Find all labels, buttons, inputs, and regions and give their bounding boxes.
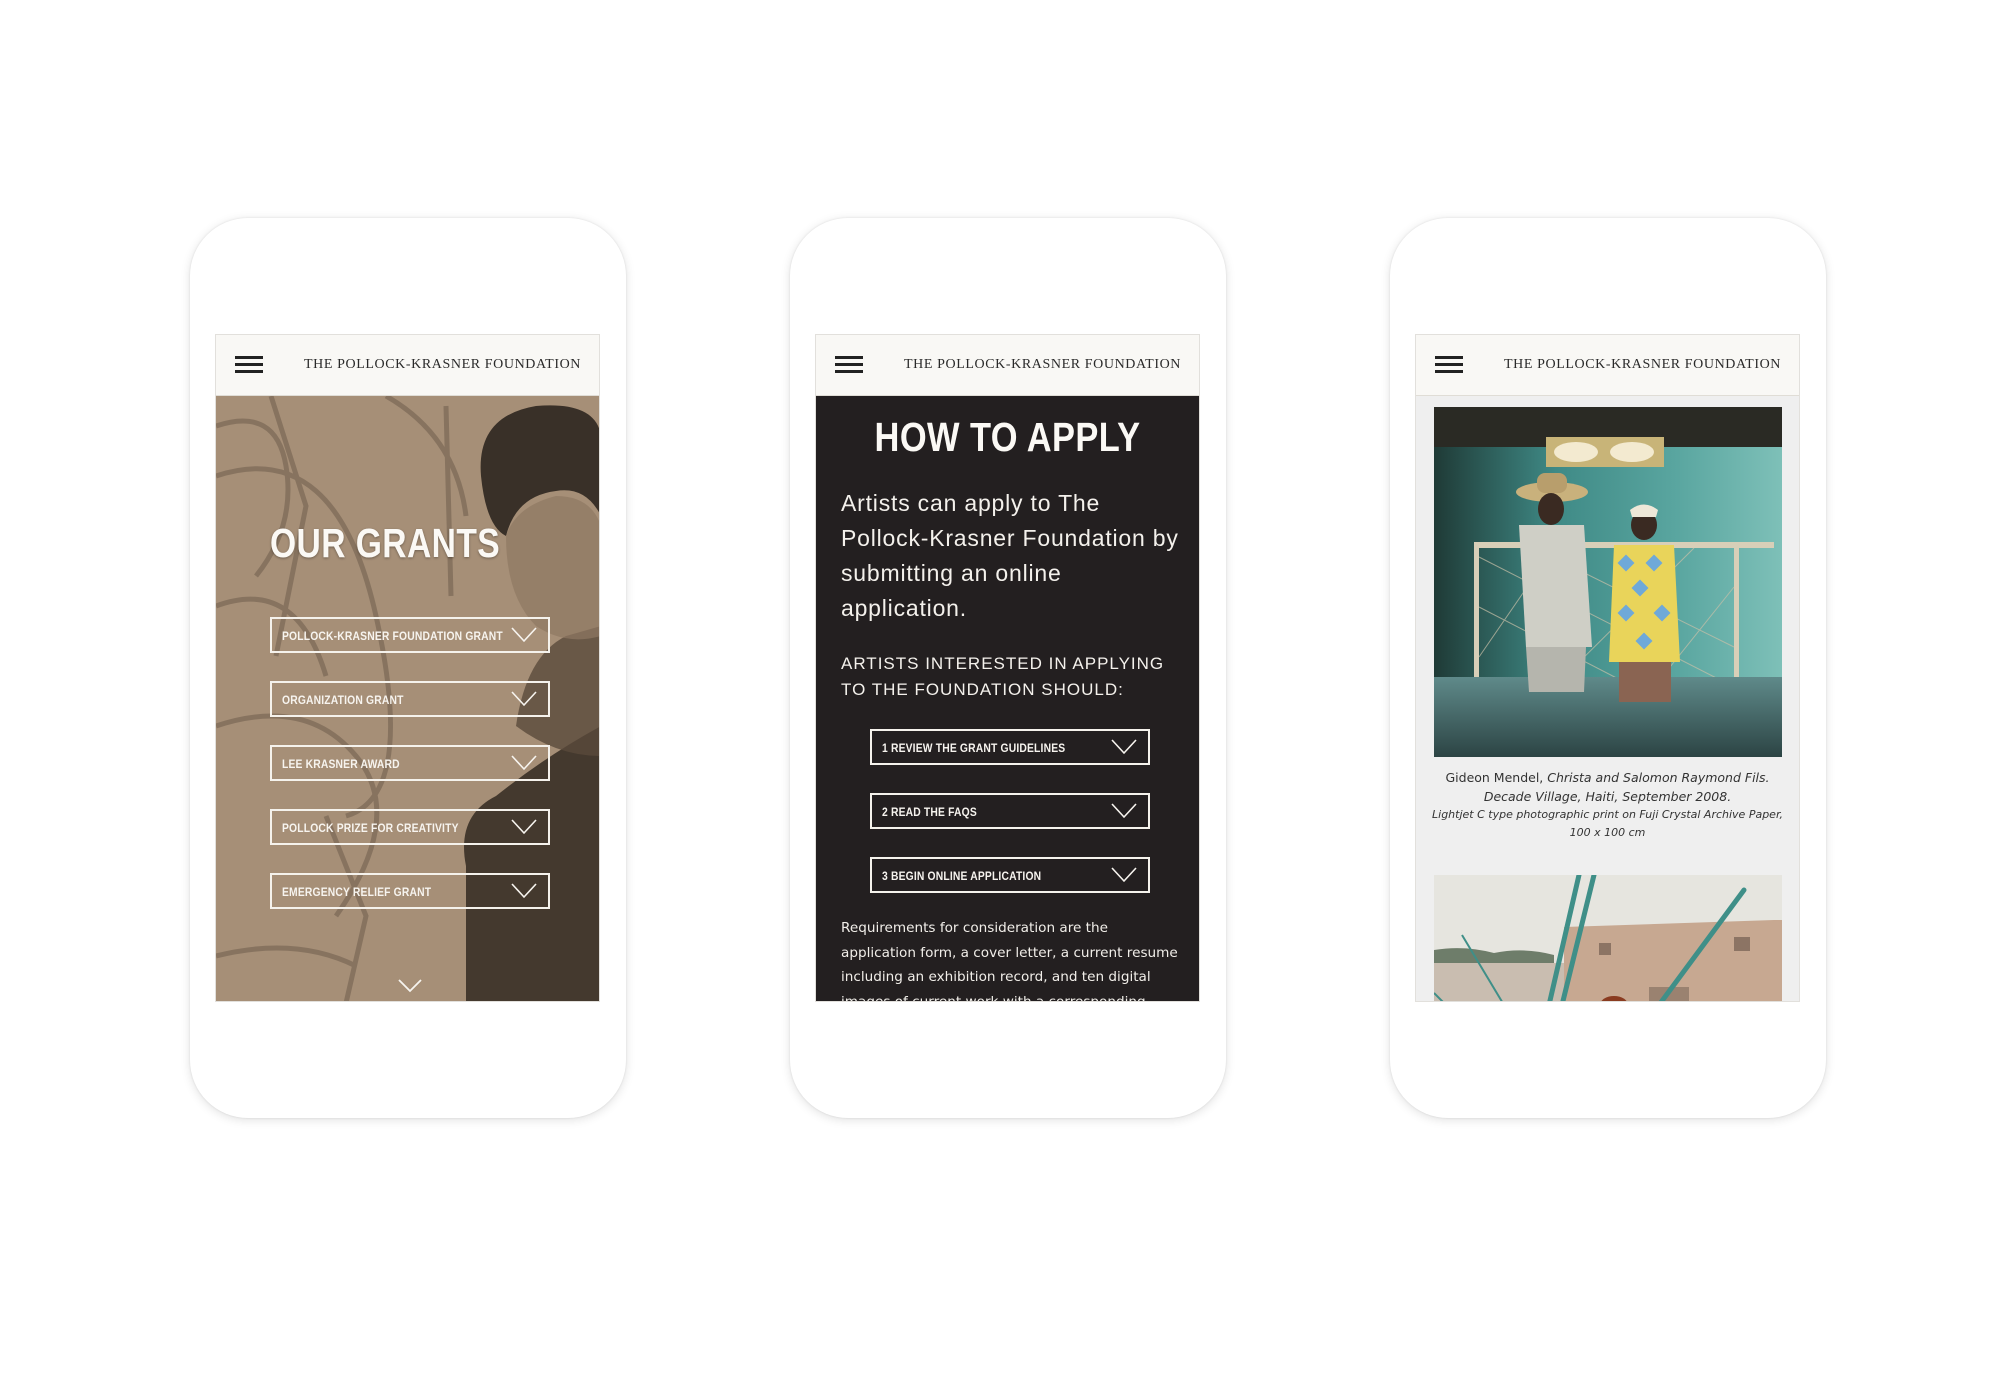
step-label: 1 REVIEW THE GRANT GUIDELINES: [882, 741, 1066, 755]
artwork-photo-second[interactable]: [1434, 875, 1782, 1002]
site-header: THE POLLOCK-KRASNER FOUNDATION: [816, 335, 1199, 396]
steps-subheading: ARTISTS INTERESTED IN APPLYING TO THE FO…: [841, 654, 1165, 699]
chevron-down-icon: [511, 755, 537, 771]
chevron-down-icon: [1111, 867, 1137, 883]
accordion-organization-grant[interactable]: ORGANIZATION GRANT: [270, 681, 550, 717]
site-title[interactable]: THE POLLOCK-KRASNER FOUNDATION: [304, 357, 581, 373]
artwork-caption: Gideon Mendel, Christa and Salomon Raymo…: [1424, 768, 1791, 842]
step-review-grant-guidelines[interactable]: 1 REVIEW THE GRANT GUIDELINES: [870, 729, 1150, 765]
accordion-label: ORGANIZATION GRANT: [282, 693, 404, 707]
page-heading: OUR GRANTS: [270, 520, 501, 566]
accordion-label: EMERGENCY RELIEF GRANT: [282, 885, 432, 899]
accordion-label: POLLOCK-KRASNER FOUNDATION GRANT: [282, 629, 503, 643]
chevron-down-icon: [511, 691, 537, 707]
page-heading: HOW TO APPLY: [874, 414, 1141, 460]
caption-artist: Gideon Mendel,: [1445, 770, 1548, 785]
chevron-down-icon: [511, 883, 537, 899]
step-read-faqs[interactable]: 2 READ THE FAQS: [870, 793, 1150, 829]
gallery-section: Gideon Mendel, Christa and Salomon Raymo…: [1416, 396, 1799, 1001]
scroll-down-chevron-icon[interactable]: [398, 979, 422, 993]
accordion-emergency-relief-grant[interactable]: EMERGENCY RELIEF GRANT: [270, 873, 550, 909]
chevron-down-icon: [511, 819, 537, 835]
chevron-down-icon: [1111, 803, 1137, 819]
chevron-down-icon: [1111, 739, 1137, 755]
site-title[interactable]: THE POLLOCK-KRASNER FOUNDATION: [1504, 357, 1781, 373]
hamburger-menu-icon[interactable]: [235, 356, 263, 374]
site-header: THE POLLOCK-KRASNER FOUNDATION: [216, 335, 599, 396]
phone-screen: THE POLLOCK-KRASNER FOUNDATION: [215, 334, 600, 1002]
requirements-paragraph: Requirements for consideration are the a…: [841, 920, 1178, 1002]
phone-mockup-how-to-apply: THE POLLOCK-KRASNER FOUNDATION HOW TO AP…: [790, 218, 1226, 1118]
step-begin-online-application[interactable]: 3 BEGIN ONLINE APPLICATION: [870, 857, 1150, 893]
artwork-photo-raymond-fils[interactable]: [1434, 407, 1782, 757]
phone-screen: THE POLLOCK-KRASNER FOUNDATION: [1415, 334, 1800, 1002]
phone-screen: THE POLLOCK-KRASNER FOUNDATION HOW TO AP…: [815, 334, 1200, 1002]
site-header: THE POLLOCK-KRASNER FOUNDATION: [1416, 335, 1799, 396]
site-title[interactable]: THE POLLOCK-KRASNER FOUNDATION: [904, 357, 1181, 373]
caption-medium: Lightjet C type photographic print on Fu…: [1432, 808, 1783, 839]
accordion-pollock-krasner-foundation-grant[interactable]: POLLOCK-KRASNER FOUNDATION GRANT: [270, 617, 550, 653]
hamburger-menu-icon[interactable]: [835, 356, 863, 374]
chevron-down-icon: [511, 627, 537, 643]
accordion-lee-krasner-award[interactable]: LEE KRASNER AWARD: [270, 745, 550, 781]
how-to-apply-section: HOW TO APPLY Artists can apply to The Po…: [816, 396, 1199, 1001]
accordion-label: LEE KRASNER AWARD: [282, 757, 400, 771]
hamburger-menu-icon[interactable]: [1435, 356, 1463, 374]
accordion-label: POLLOCK PRIZE FOR CREATIVITY: [282, 821, 459, 835]
accordion-pollock-prize-for-creativity[interactable]: POLLOCK PRIZE FOR CREATIVITY: [270, 809, 550, 845]
phone-mockup-gallery: THE POLLOCK-KRASNER FOUNDATION Gideon Me…: [1390, 218, 1826, 1118]
grants-hero: OUR GRANTS POLLOCK-KRASNER FOUNDATION GR…: [216, 396, 599, 1001]
caption-artist-title: Gideon Mendel, Christa and Salomon Raymo…: [1424, 768, 1791, 806]
step-label: 2 READ THE FAQS: [882, 805, 977, 819]
phone-mockup-our-grants: THE POLLOCK-KRASNER FOUNDATION OUR GRANT…: [190, 218, 626, 1118]
lead-paragraph: Artists can apply to The Pollock-Krasner…: [841, 490, 1179, 621]
step-label: 3 BEGIN ONLINE APPLICATION: [882, 869, 1042, 883]
